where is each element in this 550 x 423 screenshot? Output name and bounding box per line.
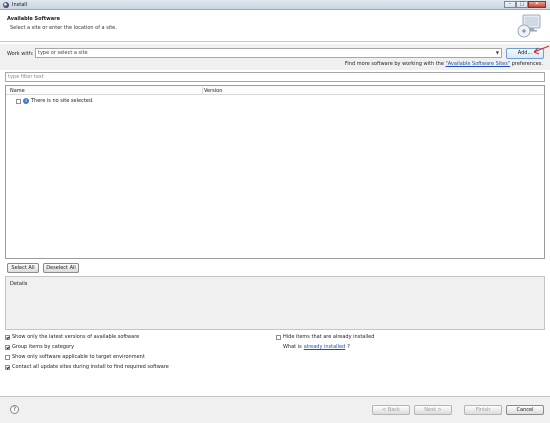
- software-tree[interactable]: Name Version i There is no site selected…: [5, 85, 545, 259]
- column-name-header[interactable]: Name: [10, 88, 25, 94]
- column-separator: [202, 87, 203, 94]
- chevron-down-icon[interactable]: ▼: [496, 49, 499, 57]
- latest-versions-label: Show only the latest versions of availab…: [12, 334, 140, 340]
- work-with-combo[interactable]: type or select a site ▼: [35, 48, 502, 58]
- window-title: Install: [12, 2, 28, 8]
- latest-versions-checkbox[interactable]: [5, 334, 10, 340]
- find-more-prefix: Find more software by working with the: [344, 61, 446, 67]
- wizard-buttons: < Back Next > Finish Cancel: [372, 405, 544, 415]
- eclipse-app-icon: [3, 2, 9, 8]
- no-site-message: There is no site selected.: [31, 98, 94, 104]
- applicable-only-checkbox[interactable]: [5, 354, 10, 360]
- hide-installed-checkbox[interactable]: [276, 334, 281, 340]
- contact-update-sites-checkbox[interactable]: [5, 364, 10, 370]
- group-by-category-checkbox[interactable]: [5, 344, 10, 350]
- filter-input[interactable]: type filter text: [5, 72, 545, 82]
- find-more-software-text: Find more software by working with the "…: [345, 61, 543, 67]
- contact-update-sites-label: Contact all update sites during install …: [12, 364, 169, 370]
- what-is-installed-text: What is already installed?: [283, 344, 350, 350]
- annotation-arrow-icon: [533, 45, 550, 55]
- page-description: Select a site or enter the location of a…: [10, 25, 117, 31]
- cancel-button[interactable]: Cancel: [506, 405, 544, 415]
- option-group-by-category[interactable]: Group items by category: [5, 344, 74, 350]
- window-controls: – □ ✕: [504, 1, 546, 8]
- option-latest-versions[interactable]: Show only the latest versions of availab…: [5, 334, 139, 340]
- title-bar: Install – □ ✕: [0, 0, 550, 10]
- tree-row-checkbox[interactable]: [16, 98, 21, 104]
- details-panel: Details: [5, 276, 545, 330]
- page-heading: Available Software: [7, 16, 61, 22]
- select-all-button[interactable]: Select All: [7, 263, 39, 273]
- work-with-section: Work with: type or select a site ▼ Add..…: [0, 44, 550, 70]
- option-contact-update-sites[interactable]: Contact all update sites during install …: [5, 364, 169, 370]
- wizard-footer: ? < Back Next > Finish Cancel: [0, 396, 550, 423]
- finish-button[interactable]: Finish: [464, 405, 502, 415]
- applicable-only-label: Show only software applicable to target …: [12, 354, 145, 360]
- button-gap: [456, 405, 460, 415]
- option-applicable-only[interactable]: Show only software applicable to target …: [5, 354, 145, 360]
- details-label: Details: [10, 281, 28, 287]
- deselect-all-button[interactable]: Deselect All: [43, 263, 79, 273]
- install-wizard-icon: [517, 14, 541, 38]
- what-is-suffix: ?: [347, 344, 350, 350]
- close-button[interactable]: ✕: [528, 1, 546, 8]
- minimize-button[interactable]: –: [504, 1, 516, 8]
- option-hide-installed[interactable]: Hide items that are already installed: [276, 334, 374, 340]
- already-installed-link[interactable]: already installed: [304, 344, 345, 350]
- tree-row[interactable]: i There is no site selected.: [16, 97, 94, 105]
- available-software-sites-link[interactable]: "Available Software Sites": [446, 61, 511, 67]
- info-icon: i: [23, 98, 29, 104]
- what-is-prefix: What is: [283, 344, 302, 350]
- back-button[interactable]: < Back: [372, 405, 410, 415]
- maximize-button[interactable]: □: [516, 1, 528, 8]
- wizard-banner: Available Software Select a site or ente…: [0, 10, 550, 42]
- work-with-label: Work with:: [7, 51, 34, 57]
- column-version-header[interactable]: Version: [204, 88, 222, 94]
- help-icon[interactable]: ?: [10, 405, 19, 414]
- hide-installed-label: Hide items that are already installed: [283, 334, 375, 340]
- selection-buttons: Select All Deselect All: [7, 263, 79, 273]
- next-button[interactable]: Next >: [414, 405, 452, 415]
- tree-header: Name Version: [6, 86, 544, 95]
- find-more-suffix: preferences.: [510, 61, 543, 67]
- group-by-category-label: Group items by category: [12, 344, 75, 350]
- work-with-value: type or select a site: [38, 50, 88, 56]
